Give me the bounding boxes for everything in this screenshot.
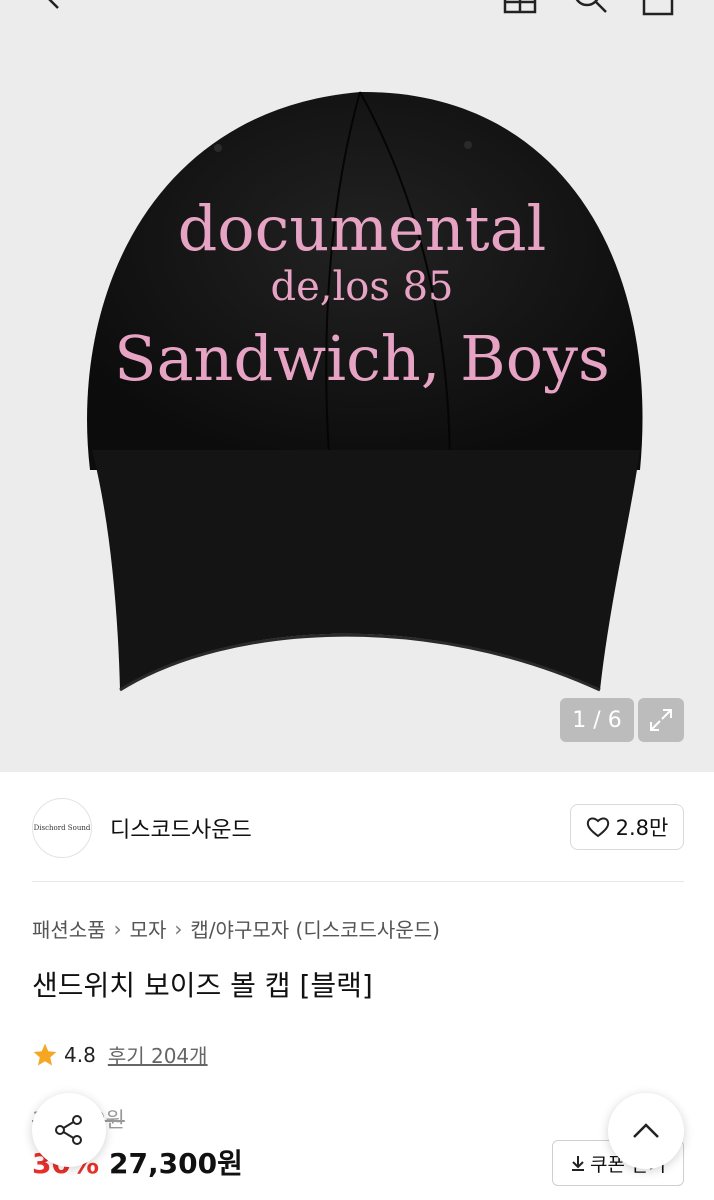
share-button[interactable]: [32, 1093, 106, 1167]
product-title: 샌드위치 보이즈 볼 캡 [블랙]: [32, 969, 373, 1002]
like-button[interactable]: 2.8만: [570, 804, 684, 850]
rating-score: 4.8: [64, 1042, 96, 1067]
reviews-link[interactable]: 후기 204개: [108, 1040, 208, 1069]
chevron-right-icon: ›: [174, 916, 183, 941]
back-icon[interactable]: [34, 0, 74, 18]
breadcrumb-item-caps[interactable]: 캡/야구모자 (디스코드사운드): [190, 914, 440, 943]
sale-price: 27,300원: [109, 1147, 243, 1180]
divider: [32, 881, 684, 882]
chevron-right-icon: ›: [113, 916, 122, 941]
product-image: documental de,los 85 Sandwich, Boys: [87, 91, 643, 692]
product-image-gallery[interactable]: documental de,los 85 Sandwich, Boys 1 / …: [0, 0, 714, 772]
cart-icon[interactable]: [638, 0, 678, 18]
seller-name[interactable]: 디스코드사운드: [110, 812, 252, 844]
breadcrumb: 패션소품 › 모자 › 캡/야구모자 (디스코드사운드): [32, 914, 440, 943]
expand-image-button[interactable]: [638, 698, 684, 742]
seller-row[interactable]: Dischord Sound 디스코드사운드 2.8만: [0, 772, 714, 882]
heart-icon: [586, 817, 609, 838]
rating-row: 4.8 후기 204개: [32, 1040, 208, 1069]
star-icon: [33, 1043, 57, 1066]
chevron-up-icon: [633, 1123, 659, 1138]
expand-icon: [650, 709, 672, 731]
image-counter: 1 / 6: [560, 698, 634, 742]
cap-text-line-1: documental: [178, 192, 547, 265]
cap-text-line-3: Sandwich, Boys: [114, 322, 610, 395]
share-icon: [55, 1115, 82, 1145]
download-icon: [572, 1156, 585, 1171]
breadcrumb-item-hats[interactable]: 모자: [130, 914, 167, 943]
home-icon[interactable]: [500, 0, 540, 18]
like-count: 2.8만: [615, 816, 669, 840]
seller-avatar[interactable]: Dischord Sound: [32, 798, 92, 858]
scroll-to-top-button[interactable]: [608, 1093, 684, 1169]
search-icon[interactable]: [570, 0, 610, 18]
top-navigation-bar: [0, 0, 714, 22]
cap-text-line-2: de,los 85: [270, 264, 453, 310]
breadcrumb-item-fashion[interactable]: 패션소품: [32, 914, 106, 943]
